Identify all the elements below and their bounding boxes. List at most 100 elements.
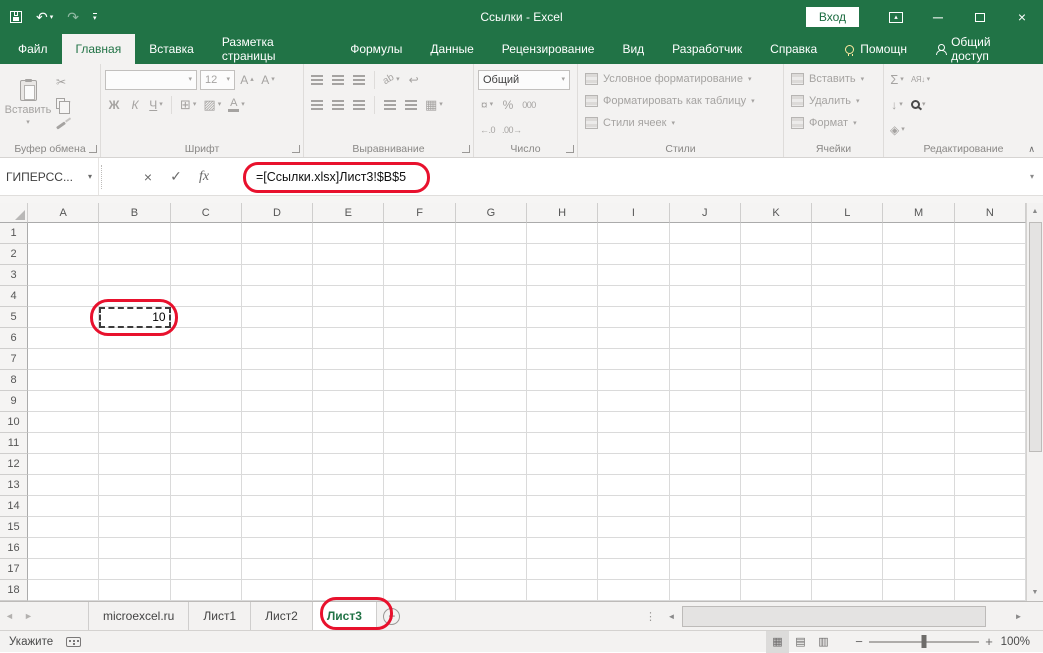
cell-B6[interactable] <box>99 328 170 349</box>
ribbon-display-options-button[interactable]: ▴ <box>875 0 917 34</box>
sort-filter-button[interactable]: АЯ↓▾ <box>909 70 932 90</box>
font-color-button[interactable]: А▾ <box>226 95 247 115</box>
cell-C1[interactable] <box>171 223 242 244</box>
column-header-J[interactable]: J <box>670 203 741 223</box>
cell-J10[interactable] <box>670 412 741 433</box>
cell-L6[interactable] <box>812 328 883 349</box>
cell-D13[interactable] <box>242 475 313 496</box>
column-header-N[interactable]: N <box>955 203 1026 223</box>
cell-A15[interactable] <box>28 517 99 538</box>
cell-F2[interactable] <box>384 244 455 265</box>
increase-decimal-button[interactable]: ←.0 <box>478 120 497 140</box>
cell-D12[interactable] <box>242 454 313 475</box>
ribbon-tab-Вид[interactable]: Вид <box>608 34 658 64</box>
column-header-D[interactable]: D <box>242 203 313 223</box>
ribbon-tab-Формулы[interactable]: Формулы <box>336 34 416 64</box>
cell-L5[interactable] <box>812 307 883 328</box>
fill-color-button[interactable]: ▨▾ <box>201 95 223 115</box>
cell-C7[interactable] <box>171 349 242 370</box>
cell-A18[interactable] <box>28 580 99 601</box>
cell-K11[interactable] <box>741 433 812 454</box>
column-header-M[interactable]: M <box>883 203 954 223</box>
cell-A14[interactable] <box>28 496 99 517</box>
cell-F3[interactable] <box>384 265 455 286</box>
column-header-I[interactable]: I <box>598 203 669 223</box>
cell-L18[interactable] <box>812 580 883 601</box>
zoom-out-button[interactable]: − <box>849 634 869 649</box>
cell-E1[interactable] <box>313 223 384 244</box>
hscroll-left-button[interactable]: ◄ <box>663 602 680 630</box>
cell-E7[interactable] <box>313 349 384 370</box>
underline-button[interactable]: Ч▾ <box>147 95 165 115</box>
cell-G11[interactable] <box>456 433 527 454</box>
cell-H16[interactable] <box>527 538 598 559</box>
sheet-scroll-left-button[interactable]: ◄ <box>0 602 19 630</box>
cell-G9[interactable] <box>456 391 527 412</box>
cell-E18[interactable] <box>313 580 384 601</box>
currency-format-button[interactable]: ¤▾ <box>478 95 496 115</box>
cell-E4[interactable] <box>313 286 384 307</box>
cell-M11[interactable] <box>883 433 954 454</box>
cell-L7[interactable] <box>812 349 883 370</box>
row-header-18[interactable]: 18 <box>0 580 28 601</box>
page-layout-view-button[interactable]: ▤ <box>789 631 812 653</box>
cell-F6[interactable] <box>384 328 455 349</box>
cell-C12[interactable] <box>171 454 242 475</box>
collapse-ribbon-button[interactable]: ∧ <box>1028 144 1035 155</box>
cell-K1[interactable] <box>741 223 812 244</box>
cell-M14[interactable] <box>883 496 954 517</box>
cell-F11[interactable] <box>384 433 455 454</box>
cell-A17[interactable] <box>28 559 99 580</box>
cell-B2[interactable] <box>99 244 170 265</box>
minimize-button[interactable]: ─ <box>917 0 959 34</box>
number-dialog-launcher[interactable] <box>566 145 574 153</box>
cell-J1[interactable] <box>670 223 741 244</box>
cell-J4[interactable] <box>670 286 741 307</box>
cell-E10[interactable] <box>313 412 384 433</box>
cell-F1[interactable] <box>384 223 455 244</box>
formula-input[interactable]: =[Ссылки.xlsx]Лист3!$B$5 <box>216 158 1021 195</box>
cell-A4[interactable] <box>28 286 99 307</box>
increase-indent-button[interactable] <box>402 95 420 115</box>
paste-button[interactable]: Вставить ▾ <box>4 68 52 138</box>
cell-G6[interactable] <box>456 328 527 349</box>
cell-B3[interactable] <box>99 265 170 286</box>
cell-J14[interactable] <box>670 496 741 517</box>
cell-A1[interactable] <box>28 223 99 244</box>
cell-A6[interactable] <box>28 328 99 349</box>
conditional-formatting-button[interactable]: Условное форматирование▾ <box>582 68 754 90</box>
ribbon-tab-Общий доступ[interactable]: Общий доступ <box>921 34 1039 64</box>
cell-H7[interactable] <box>527 349 598 370</box>
cell-G1[interactable] <box>456 223 527 244</box>
cell-M1[interactable] <box>883 223 954 244</box>
decrease-font-button[interactable]: А▾ <box>259 70 277 90</box>
cell-F13[interactable] <box>384 475 455 496</box>
row-header-15[interactable]: 15 <box>0 517 28 538</box>
cell-B8[interactable] <box>99 370 170 391</box>
cell-E3[interactable] <box>313 265 384 286</box>
cell-F14[interactable] <box>384 496 455 517</box>
cell-C15[interactable] <box>171 517 242 538</box>
cell-J8[interactable] <box>670 370 741 391</box>
cell-I17[interactable] <box>598 559 669 580</box>
cell-M3[interactable] <box>883 265 954 286</box>
ribbon-tab-Данные[interactable]: Данные <box>416 34 487 64</box>
format-as-table-button[interactable]: Форматировать как таблицу▾ <box>582 90 758 112</box>
cell-J18[interactable] <box>670 580 741 601</box>
hscroll-right-button[interactable]: ► <box>1010 602 1027 630</box>
cell-D3[interactable] <box>242 265 313 286</box>
cell-G3[interactable] <box>456 265 527 286</box>
row-header-11[interactable]: 11 <box>0 433 28 454</box>
cell-J15[interactable] <box>670 517 741 538</box>
cell-K10[interactable] <box>741 412 812 433</box>
cell-I8[interactable] <box>598 370 669 391</box>
cell-M13[interactable] <box>883 475 954 496</box>
clear-button[interactable]: ◈▾ <box>888 120 907 140</box>
cell-K16[interactable] <box>741 538 812 559</box>
cell-L11[interactable] <box>812 433 883 454</box>
horizontal-scroll-thumb[interactable] <box>682 606 986 627</box>
cell-L9[interactable] <box>812 391 883 412</box>
cell-I3[interactable] <box>598 265 669 286</box>
cell-B15[interactable] <box>99 517 170 538</box>
ribbon-tab-Помощн[interactable]: Помощн <box>831 34 921 64</box>
